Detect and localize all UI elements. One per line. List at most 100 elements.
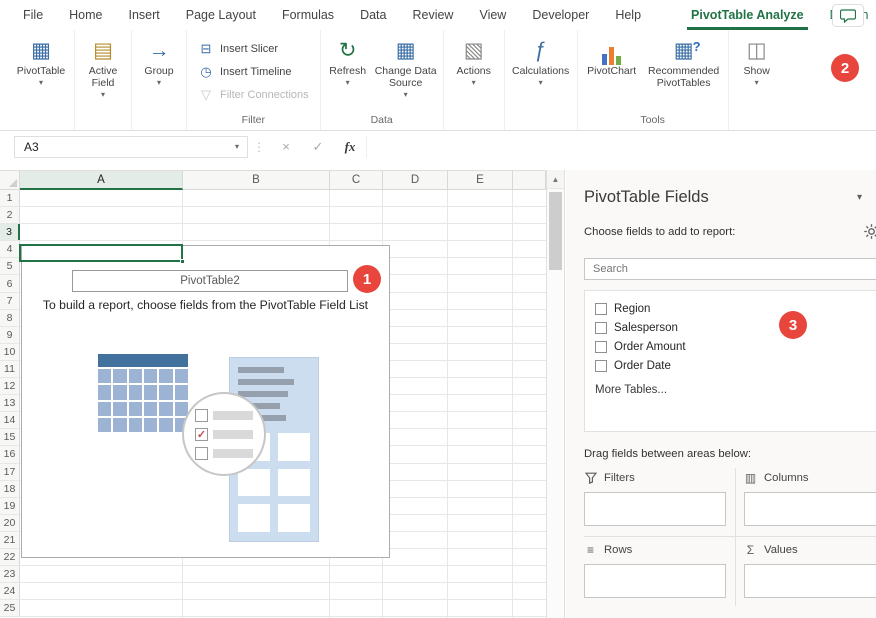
ribbon-tab-strip: FileHomeInsertPage LayoutFormulasDataRev…: [0, 0, 876, 30]
field-item-salesperson[interactable]: Salesperson: [585, 318, 876, 337]
ribbon-tab-insert[interactable]: Insert: [116, 0, 173, 30]
rows-drop-zone[interactable]: [584, 564, 726, 598]
row-header-5[interactable]: 5: [0, 258, 20, 274]
values-drop-zone[interactable]: [744, 564, 876, 598]
field-checkbox[interactable]: [595, 322, 607, 334]
row-header-12[interactable]: 12: [0, 378, 20, 394]
row-header-17[interactable]: 17: [0, 464, 20, 480]
row-header-10[interactable]: 10: [0, 344, 20, 360]
group-button-label: Group: [144, 65, 173, 77]
insert-timeline-button[interactable]: ◷ Insert Timeline: [198, 63, 309, 81]
row-header-13[interactable]: 13: [0, 395, 20, 411]
ribbon-group-label-tools: Tools: [581, 113, 725, 130]
pivotchart-button[interactable]: PivotChart: [581, 32, 643, 77]
search-input[interactable]: [584, 258, 876, 280]
insert-slicer-button[interactable]: ⊟ Insert Slicer: [198, 40, 309, 58]
field-checkbox[interactable]: [595, 303, 607, 315]
row-header-3[interactable]: 3: [0, 224, 20, 240]
pivotchart-button-label: PivotChart: [587, 65, 636, 77]
chevron-down-icon[interactable]: ▾: [227, 142, 247, 151]
row-header-23[interactable]: 23: [0, 566, 20, 582]
row-header-15[interactable]: 15: [0, 429, 20, 445]
row-header-14[interactable]: 14: [0, 412, 20, 428]
row-header-4[interactable]: 4: [0, 241, 20, 257]
select-all-corner[interactable]: [0, 171, 20, 190]
recommended-pivottables-button[interactable]: ▦? Recommended PivotTables: [643, 32, 725, 89]
graphic-bar: [213, 430, 253, 439]
table-graphic-cell: [159, 402, 172, 416]
row-header-11[interactable]: 11: [0, 361, 20, 377]
cancel-button[interactable]: ×: [270, 139, 302, 154]
field-checkbox[interactable]: [595, 360, 607, 372]
name-box[interactable]: A3 ▾: [14, 136, 248, 158]
vertical-scrollbar[interactable]: ▲: [546, 170, 565, 618]
row-header-21[interactable]: 21: [0, 532, 20, 548]
show-button[interactable]: ◫ Show ▾: [732, 32, 782, 87]
column-header-a[interactable]: A: [20, 171, 183, 190]
column-header-e[interactable]: E: [448, 171, 513, 190]
ribbon-group-filter: ⊟ Insert Slicer ◷ Insert Timeline ▽ Filt…: [187, 30, 321, 130]
enter-button[interactable]: ✓: [302, 139, 334, 155]
list-graphic-line: [238, 367, 284, 373]
ribbon-tab-page-layout[interactable]: Page Layout: [173, 0, 269, 30]
insert-function-button[interactable]: fx: [334, 139, 366, 155]
actions-button-label: Actions: [456, 65, 490, 77]
row-header-22[interactable]: 22: [0, 549, 20, 565]
chevron-down-icon: ▾: [539, 79, 543, 87]
ribbon-tab-data[interactable]: Data: [347, 0, 399, 30]
row-header-19[interactable]: 19: [0, 498, 20, 514]
row-header-6[interactable]: 6: [0, 275, 20, 291]
ribbon-tab-developer[interactable]: Developer: [519, 0, 602, 30]
chevron-down-icon[interactable]: ▾: [857, 192, 862, 203]
ribbon-tab-review[interactable]: Review: [399, 0, 466, 30]
scroll-up-arrow-icon[interactable]: ▲: [547, 170, 564, 189]
gear-icon[interactable]: [860, 220, 876, 242]
table-graphic-cell: [144, 418, 157, 432]
column-header-c[interactable]: C: [330, 171, 383, 190]
filter-icon: [584, 472, 597, 484]
row-header-18[interactable]: 18: [0, 481, 20, 497]
comments-button[interactable]: [832, 4, 864, 27]
row-header-20[interactable]: 20: [0, 515, 20, 531]
ribbon-tab-formulas[interactable]: Formulas: [269, 0, 347, 30]
field-item-order-date[interactable]: Order Date: [585, 356, 876, 375]
filters-area: Filters: [584, 470, 726, 526]
ribbon-tab-view[interactable]: View: [466, 0, 519, 30]
fields-list-items: RegionSalespersonOrder AmountOrder Date: [585, 299, 876, 375]
ribbon-tab-help[interactable]: Help: [602, 0, 654, 30]
row-header-7[interactable]: 7: [0, 293, 20, 309]
refresh-button[interactable]: ↻ Refresh ▾: [324, 32, 372, 87]
scrollbar-thumb[interactable]: [549, 192, 562, 270]
formula-input[interactable]: [366, 136, 876, 158]
actions-icon: ▧: [464, 37, 484, 65]
ribbon-tab-pivottable-analyze[interactable]: PivotTable Analyze: [678, 0, 817, 30]
columns-drop-zone[interactable]: [744, 492, 876, 526]
field-item-region[interactable]: Region: [585, 299, 876, 318]
table-graphic-cell: [113, 369, 126, 383]
group-button[interactable]: → Group ▾: [135, 32, 183, 87]
annotation-badge-1: 1: [353, 265, 381, 293]
row-header-8[interactable]: 8: [0, 310, 20, 326]
column-header-d[interactable]: D: [383, 171, 448, 190]
fill-handle[interactable]: [180, 259, 185, 264]
row-header-9[interactable]: 9: [0, 327, 20, 343]
active-field-button[interactable]: ▤ Active Field ▾: [78, 32, 128, 99]
calculations-button[interactable]: ƒ Calculations ▾: [508, 32, 574, 87]
ribbon-tab-home[interactable]: Home: [56, 0, 115, 30]
row-header-25[interactable]: 25: [0, 600, 20, 616]
change-data-source-button[interactable]: ▦ Change Data Source ▾: [372, 32, 440, 99]
grid-body[interactable]: PivotTable2 1 To build a report, choose …: [0, 190, 546, 618]
row-header-1[interactable]: 1: [0, 190, 20, 206]
actions-button[interactable]: ▧ Actions ▾: [447, 32, 501, 87]
field-item-order-amount[interactable]: Order Amount: [585, 337, 876, 356]
filters-drop-zone[interactable]: [584, 492, 726, 526]
pivottable-button[interactable]: ▦ PivotTable ▾: [11, 32, 71, 87]
field-checkbox[interactable]: [595, 341, 607, 353]
ribbon-tab-file[interactable]: File: [10, 0, 56, 30]
ribbon-group-actions: ▧ Actions ▾: [444, 30, 505, 130]
more-tables-link[interactable]: More Tables...: [585, 384, 876, 396]
row-header-16[interactable]: 16: [0, 446, 20, 462]
row-header-2[interactable]: 2: [0, 207, 20, 223]
row-header-24[interactable]: 24: [0, 583, 20, 599]
column-header-b[interactable]: B: [183, 171, 330, 190]
